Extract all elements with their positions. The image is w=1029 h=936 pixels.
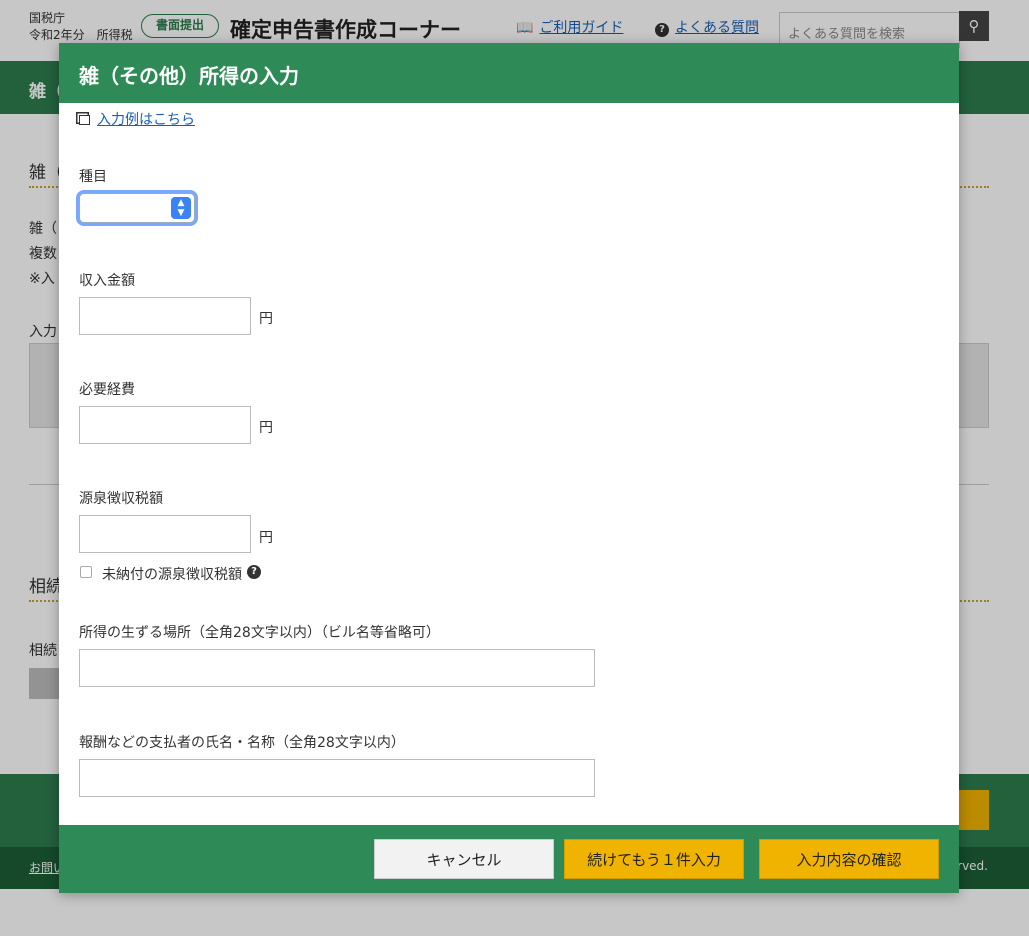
expense-amount-input[interactable] xyxy=(79,406,251,444)
withholding-label: 源泉徴収税額 xyxy=(79,491,163,507)
income-place-input[interactable] xyxy=(79,649,595,687)
expense-label: 必要経費 xyxy=(79,382,135,398)
example-link-label: 入力例はこちら xyxy=(97,112,195,128)
chevron-updown-icon: ▲ ▼ xyxy=(171,197,191,219)
withholding-unit: 円 xyxy=(259,530,273,546)
add-another-button[interactable]: 続けてもう１件入力 xyxy=(564,839,744,879)
cancel-button[interactable]: キャンセル xyxy=(374,839,554,879)
income-label: 収入金額 xyxy=(79,273,135,289)
payer-name-input[interactable] xyxy=(79,759,595,797)
withholding-amount-input[interactable] xyxy=(79,515,251,553)
dialog-body: 入力例はこちら 種目 ▲ ▼ 収入金額 円 必要経費 円 源泉徴収税額 円 未納付… xyxy=(59,103,959,825)
income-unit: 円 xyxy=(259,311,273,327)
unpaid-withholding-label: 未納付の源泉徴収税額 xyxy=(102,567,242,583)
place-label: 所得の生ずる場所（全角28文字以内）（ビル名等省略可） xyxy=(79,625,440,641)
expense-unit: 円 xyxy=(259,420,273,436)
external-window-icon xyxy=(79,115,90,125)
payer-label: 報酬などの支払者の氏名・名称（全角28文字以内） xyxy=(79,735,405,751)
income-amount-input[interactable] xyxy=(79,297,251,335)
misc-income-dialog: 雑（その他）所得の入力 入力例はこちら 種目 ▲ ▼ 収入金額 円 必要経費 円 … xyxy=(59,43,959,893)
confirm-button[interactable]: 入力内容の確認 xyxy=(759,839,939,879)
dialog-title: 雑（その他）所得の入力 xyxy=(79,64,299,88)
dialog-header: 雑（その他）所得の入力 xyxy=(59,43,959,103)
example-link[interactable]: 入力例はこちら xyxy=(79,109,195,129)
category-label: 種目 xyxy=(79,169,107,185)
unpaid-withholding-checkbox[interactable] xyxy=(80,566,92,578)
dialog-footer: キャンセル 続けてもう１件入力 入力内容の確認 xyxy=(59,825,959,893)
help-icon[interactable]: ? xyxy=(247,565,261,579)
category-select[interactable]: ▲ ▼ xyxy=(79,193,195,223)
